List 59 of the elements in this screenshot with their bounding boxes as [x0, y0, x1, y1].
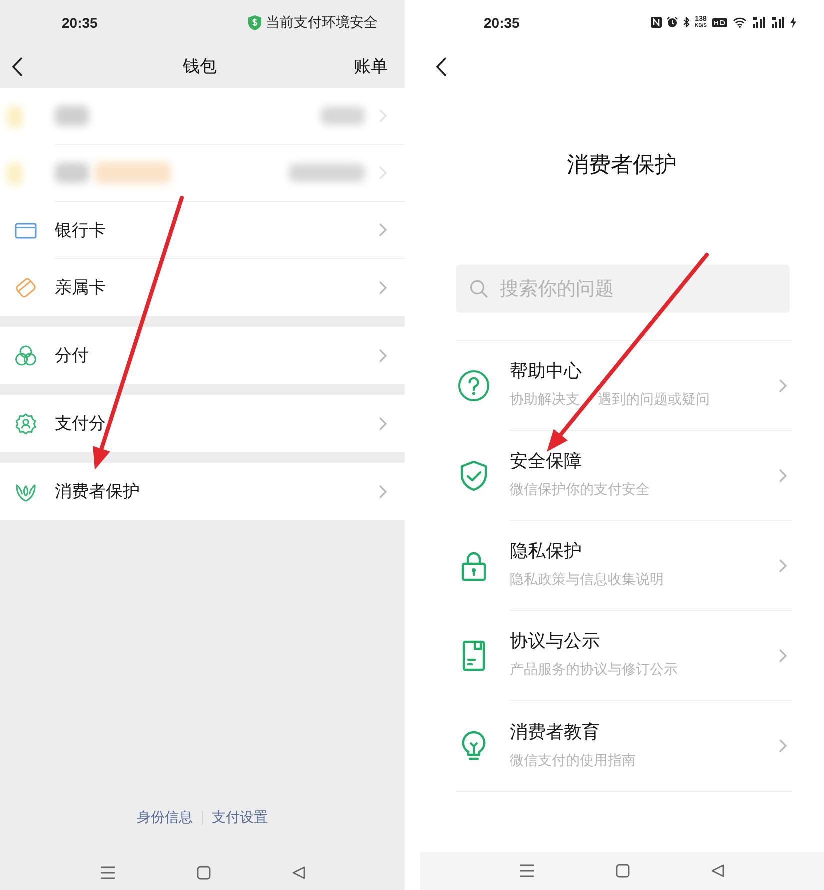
- back-triangle-icon[interactable]: [292, 866, 306, 880]
- back-triangle-icon[interactable]: [711, 864, 725, 878]
- badge-person-icon: [15, 412, 37, 434]
- back-icon[interactable]: [12, 56, 23, 76]
- chevron-right-icon: [379, 484, 387, 498]
- nfc-icon: [651, 17, 662, 28]
- wifi-icon: [733, 17, 747, 28]
- chevron-right-icon: [779, 468, 787, 482]
- bluetooth-icon: [683, 17, 690, 28]
- alarm-icon: [667, 17, 678, 28]
- footer-link[interactable]: 身份信息: [137, 809, 193, 827]
- redacted-blur: [55, 106, 89, 126]
- chevron-right-icon: [379, 280, 387, 294]
- circles-icon: [15, 344, 37, 366]
- redacted-blur: [55, 163, 89, 183]
- menu-icon[interactable]: [100, 866, 116, 880]
- hd-icon: [712, 18, 728, 28]
- signal-icon: [752, 17, 766, 28]
- redacted-blur: [7, 106, 23, 128]
- menu-item[interactable]: 消费者保护: [0, 463, 405, 520]
- security-notice: 当前支付环境安全: [266, 14, 378, 32]
- menu-item[interactable]: 消费者教育 微信支付的使用指南: [456, 701, 792, 791]
- menu-icon[interactable]: [519, 864, 535, 878]
- chevron-right-icon: [779, 739, 787, 753]
- back-icon[interactable]: [436, 56, 447, 76]
- chevron-right-icon: [779, 648, 787, 662]
- redacted-blur: [7, 162, 23, 184]
- chevron-right-icon: [379, 416, 387, 430]
- menu-item[interactable]: 亲属卡: [0, 259, 405, 316]
- status-time: 20:35: [62, 14, 98, 30]
- tilted-card-icon: [15, 276, 37, 298]
- menu-item[interactable]: 隐私保护 隐私政策与信息收集说明: [456, 521, 792, 611]
- bills-link[interactable]: 账单: [354, 55, 388, 78]
- home-icon[interactable]: [196, 866, 210, 880]
- page-title: 钱包: [183, 56, 217, 78]
- search-field[interactable]: 搜索你的问题: [456, 265, 790, 313]
- chevron-right-icon: [779, 558, 787, 572]
- menu-item[interactable]: 分付: [0, 327, 405, 384]
- question-circle-icon: [458, 370, 490, 402]
- home-icon[interactable]: [616, 864, 630, 878]
- chevron-right-icon: [379, 109, 387, 123]
- chevron-right-icon: [379, 166, 387, 180]
- menu-item[interactable]: 帮助中心 协助解决支 遇到的问题或疑问: [456, 341, 792, 431]
- card-icon: [15, 222, 37, 238]
- page-title: 消费者保护: [566, 152, 678, 180]
- signal-icon: [771, 17, 785, 28]
- menu-item[interactable]: 协议与公示 产品服务的协议与修订公示: [456, 611, 792, 701]
- status-time: 20:35: [484, 14, 520, 30]
- footer-link[interactable]: 支付设置: [212, 809, 268, 827]
- shield-check-icon: [458, 460, 490, 492]
- menu-item[interactable]: 支付分: [0, 395, 405, 452]
- chevron-right-icon: [779, 378, 787, 392]
- chevron-right-icon: [379, 348, 387, 362]
- redacted-blur: [321, 107, 365, 125]
- chevron-right-icon: [379, 223, 387, 237]
- shield-icon: [248, 14, 262, 30]
- search-icon: [470, 280, 488, 298]
- menu-item[interactable]: 银行卡: [0, 202, 405, 259]
- bolt-icon: [790, 17, 797, 28]
